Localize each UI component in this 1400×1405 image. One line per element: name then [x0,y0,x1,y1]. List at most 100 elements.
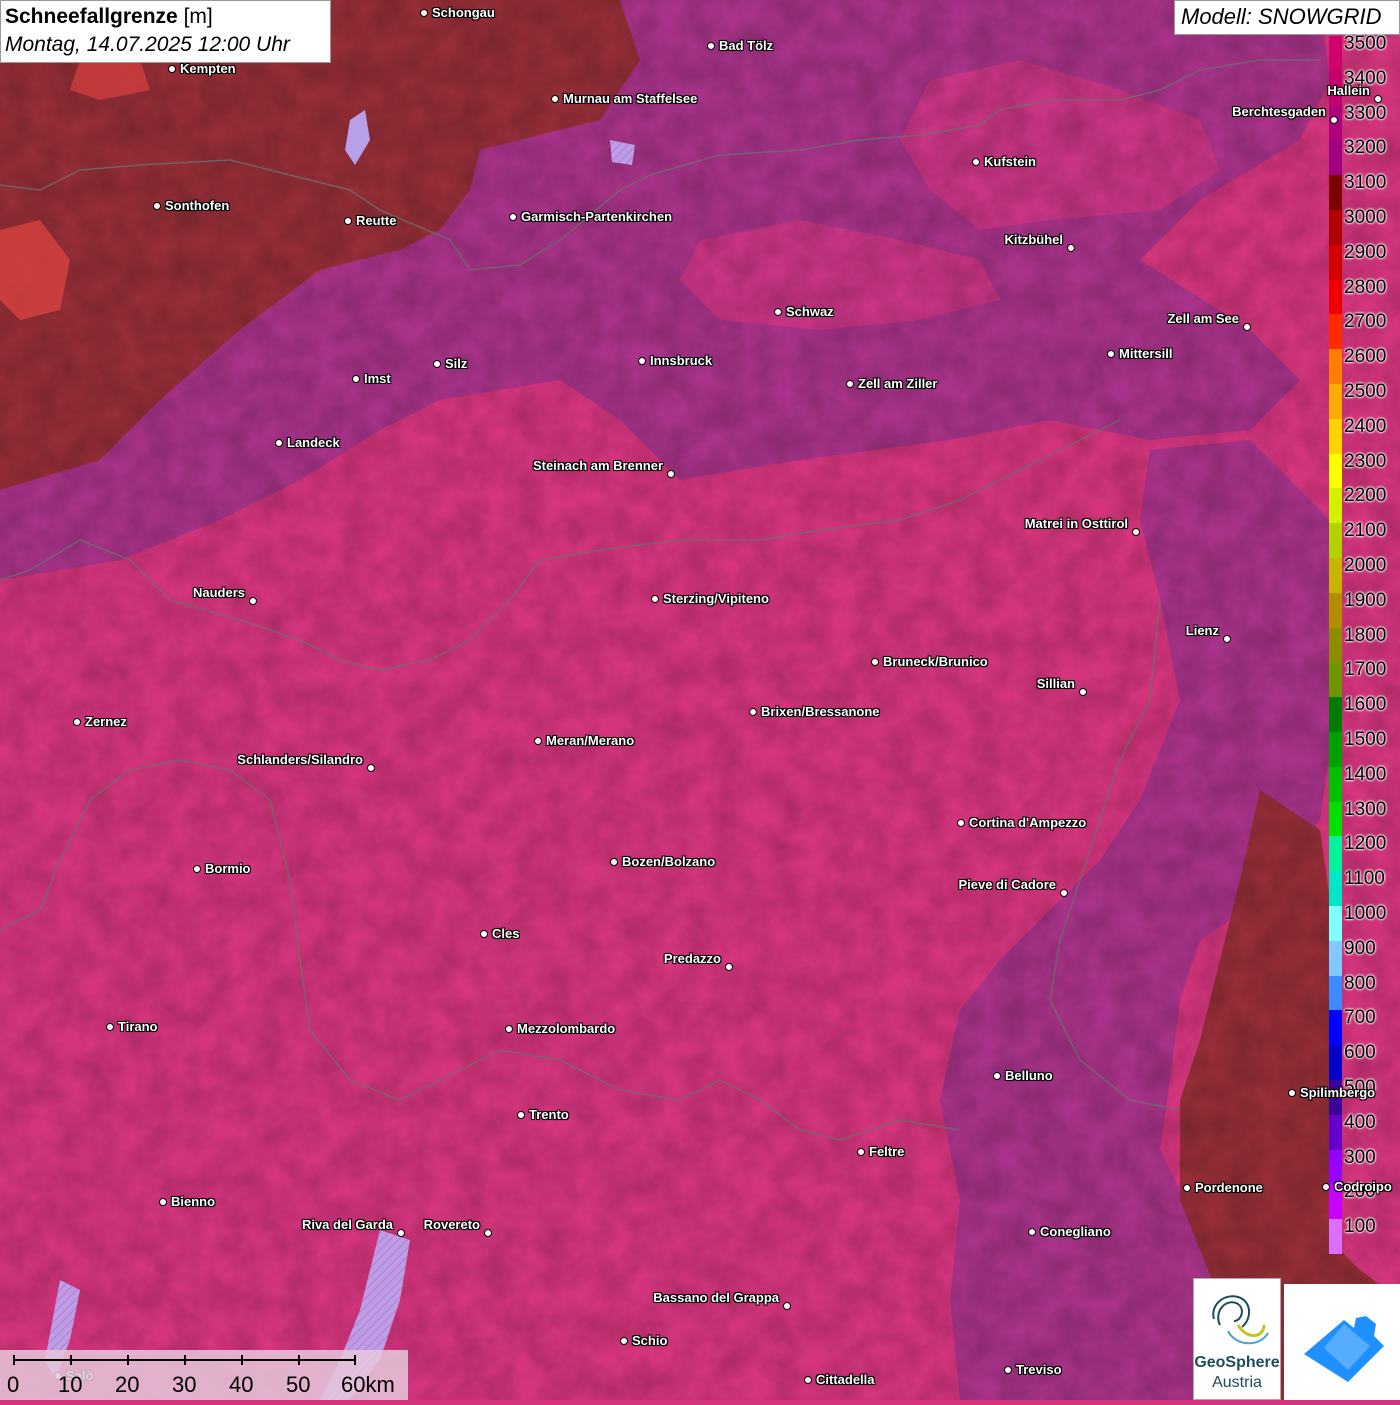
legend-label: 2900 [1344,241,1387,263]
scale-label-60km: 60km [341,1372,395,1397]
city-label: Schwaz [786,304,834,319]
city-label: Matrei in Osttirol [1024,516,1128,531]
geosphere-text-2: Austria [1212,1374,1262,1391]
city-dot [1183,1184,1191,1192]
geosphere-text-1: GeoSphere [1194,1354,1280,1371]
city-label: Mezzolombardo [517,1021,616,1036]
legend-swatch [1329,36,1342,72]
city-dot [1330,116,1338,124]
city-dot [783,1302,791,1310]
map-date: Montag, 14.07.2025 12:00 Uhr [5,33,290,56]
legend-swatch [1329,384,1342,420]
legend-swatch [1329,210,1342,246]
geosphere-swirl-icon [1212,1295,1269,1345]
city-dot [344,217,352,225]
legend-label: 900 [1344,937,1376,959]
legend-label: 1200 [1344,833,1387,855]
city-label: Sterzing/Vipiteno [663,591,769,606]
city-label: Sillian [1036,676,1075,691]
city-dot [534,737,542,745]
legend-label: 700 [1344,1007,1376,1029]
legend-label: 3100 [1344,172,1387,194]
city-dot [1288,1089,1296,1097]
city-dot [352,375,360,383]
city-dot [420,9,428,17]
legend-label: 2800 [1344,276,1387,298]
legend-label: 2700 [1344,311,1387,333]
legend-label: 1100 [1344,868,1385,890]
legend-swatch [1329,1114,1342,1151]
scale-label-30: 30 [172,1372,197,1397]
legend-label: 1500 [1344,729,1387,750]
city-label: Imst [364,371,391,386]
city-label: Bassano del Grappa [653,1290,779,1305]
legend-label: 2500 [1344,381,1387,402]
city-dot [871,658,879,666]
city-dot [275,439,283,447]
city-label: Belluno [1005,1068,1053,1083]
city-dot [484,1229,492,1237]
city-dot [367,764,375,772]
legend-swatch [1329,523,1342,559]
city-dot [106,1023,114,1031]
legend-swatch [1329,592,1342,629]
legend-label: 300 [1344,1146,1376,1168]
city-dot [517,1111,525,1119]
legend-label: 1000 [1344,903,1387,924]
city-label: Codroipo [1334,1179,1392,1194]
city-label: Spilimbergo [1300,1085,1376,1100]
city-label: Zernez [85,714,127,729]
city-label: Trento [529,1107,569,1122]
city-dot [153,202,161,210]
city-dot [725,963,733,971]
model-label: Modell: SNOWGRID [1174,0,1400,35]
city-dot [168,65,176,73]
legend-label: 3300 [1344,102,1387,124]
legend-swatch [1329,558,1342,594]
legend-label: 800 [1344,972,1376,994]
legend-label: 2400 [1344,415,1387,437]
city-dot [1322,1183,1330,1191]
city-dot [707,42,715,50]
city-label: Landeck [287,435,340,450]
city-label: Zell am Ziller [858,376,938,391]
city-dot [1243,323,1251,331]
legend-swatch [1329,975,1342,1011]
color-legend [1329,36,1343,1255]
snowgrid-logo [1284,1284,1400,1400]
city-dot [1067,244,1075,252]
city-dot [480,930,488,938]
city-label: Bruneck/Brunico [883,654,988,669]
city-label: Bormio [205,861,251,876]
legend-swatch [1329,1045,1342,1081]
city-dot [804,1376,812,1384]
map-title: Schneefallgrenze [m] [5,5,213,28]
legend-label: 3500 [1344,33,1387,54]
city-label: Cittadella [816,1372,875,1387]
city-label: Schio [632,1333,668,1348]
city-label: Predazzo [663,951,721,966]
legend-swatch [1329,488,1342,524]
legend-swatch [1329,349,1342,385]
city-label: Hallein [1327,83,1370,98]
city-dot [159,1198,167,1206]
scale-label-20: 20 [115,1372,140,1397]
legend-swatch [1329,940,1342,977]
legend-swatch [1329,175,1342,211]
city-label: Nauders [192,585,245,600]
legend-label: 2000 [1344,555,1387,576]
city-dot [651,595,659,603]
legend-label: 2100 [1344,520,1387,542]
city-label: Conegliano [1040,1224,1111,1239]
city-label: Kufstein [984,154,1036,169]
city-label: Silz [445,356,468,371]
legend-label: 2200 [1344,485,1387,507]
city-label: Sonthofen [165,198,230,213]
legend-swatch [1329,418,1342,455]
legend-swatch [1329,244,1342,281]
legend-label: 1300 [1344,798,1387,820]
city-dot [846,380,854,388]
city-label: Cortina d'Ampezzo [969,815,1087,830]
city-label: Schongau [432,5,495,20]
city-dot [972,158,980,166]
